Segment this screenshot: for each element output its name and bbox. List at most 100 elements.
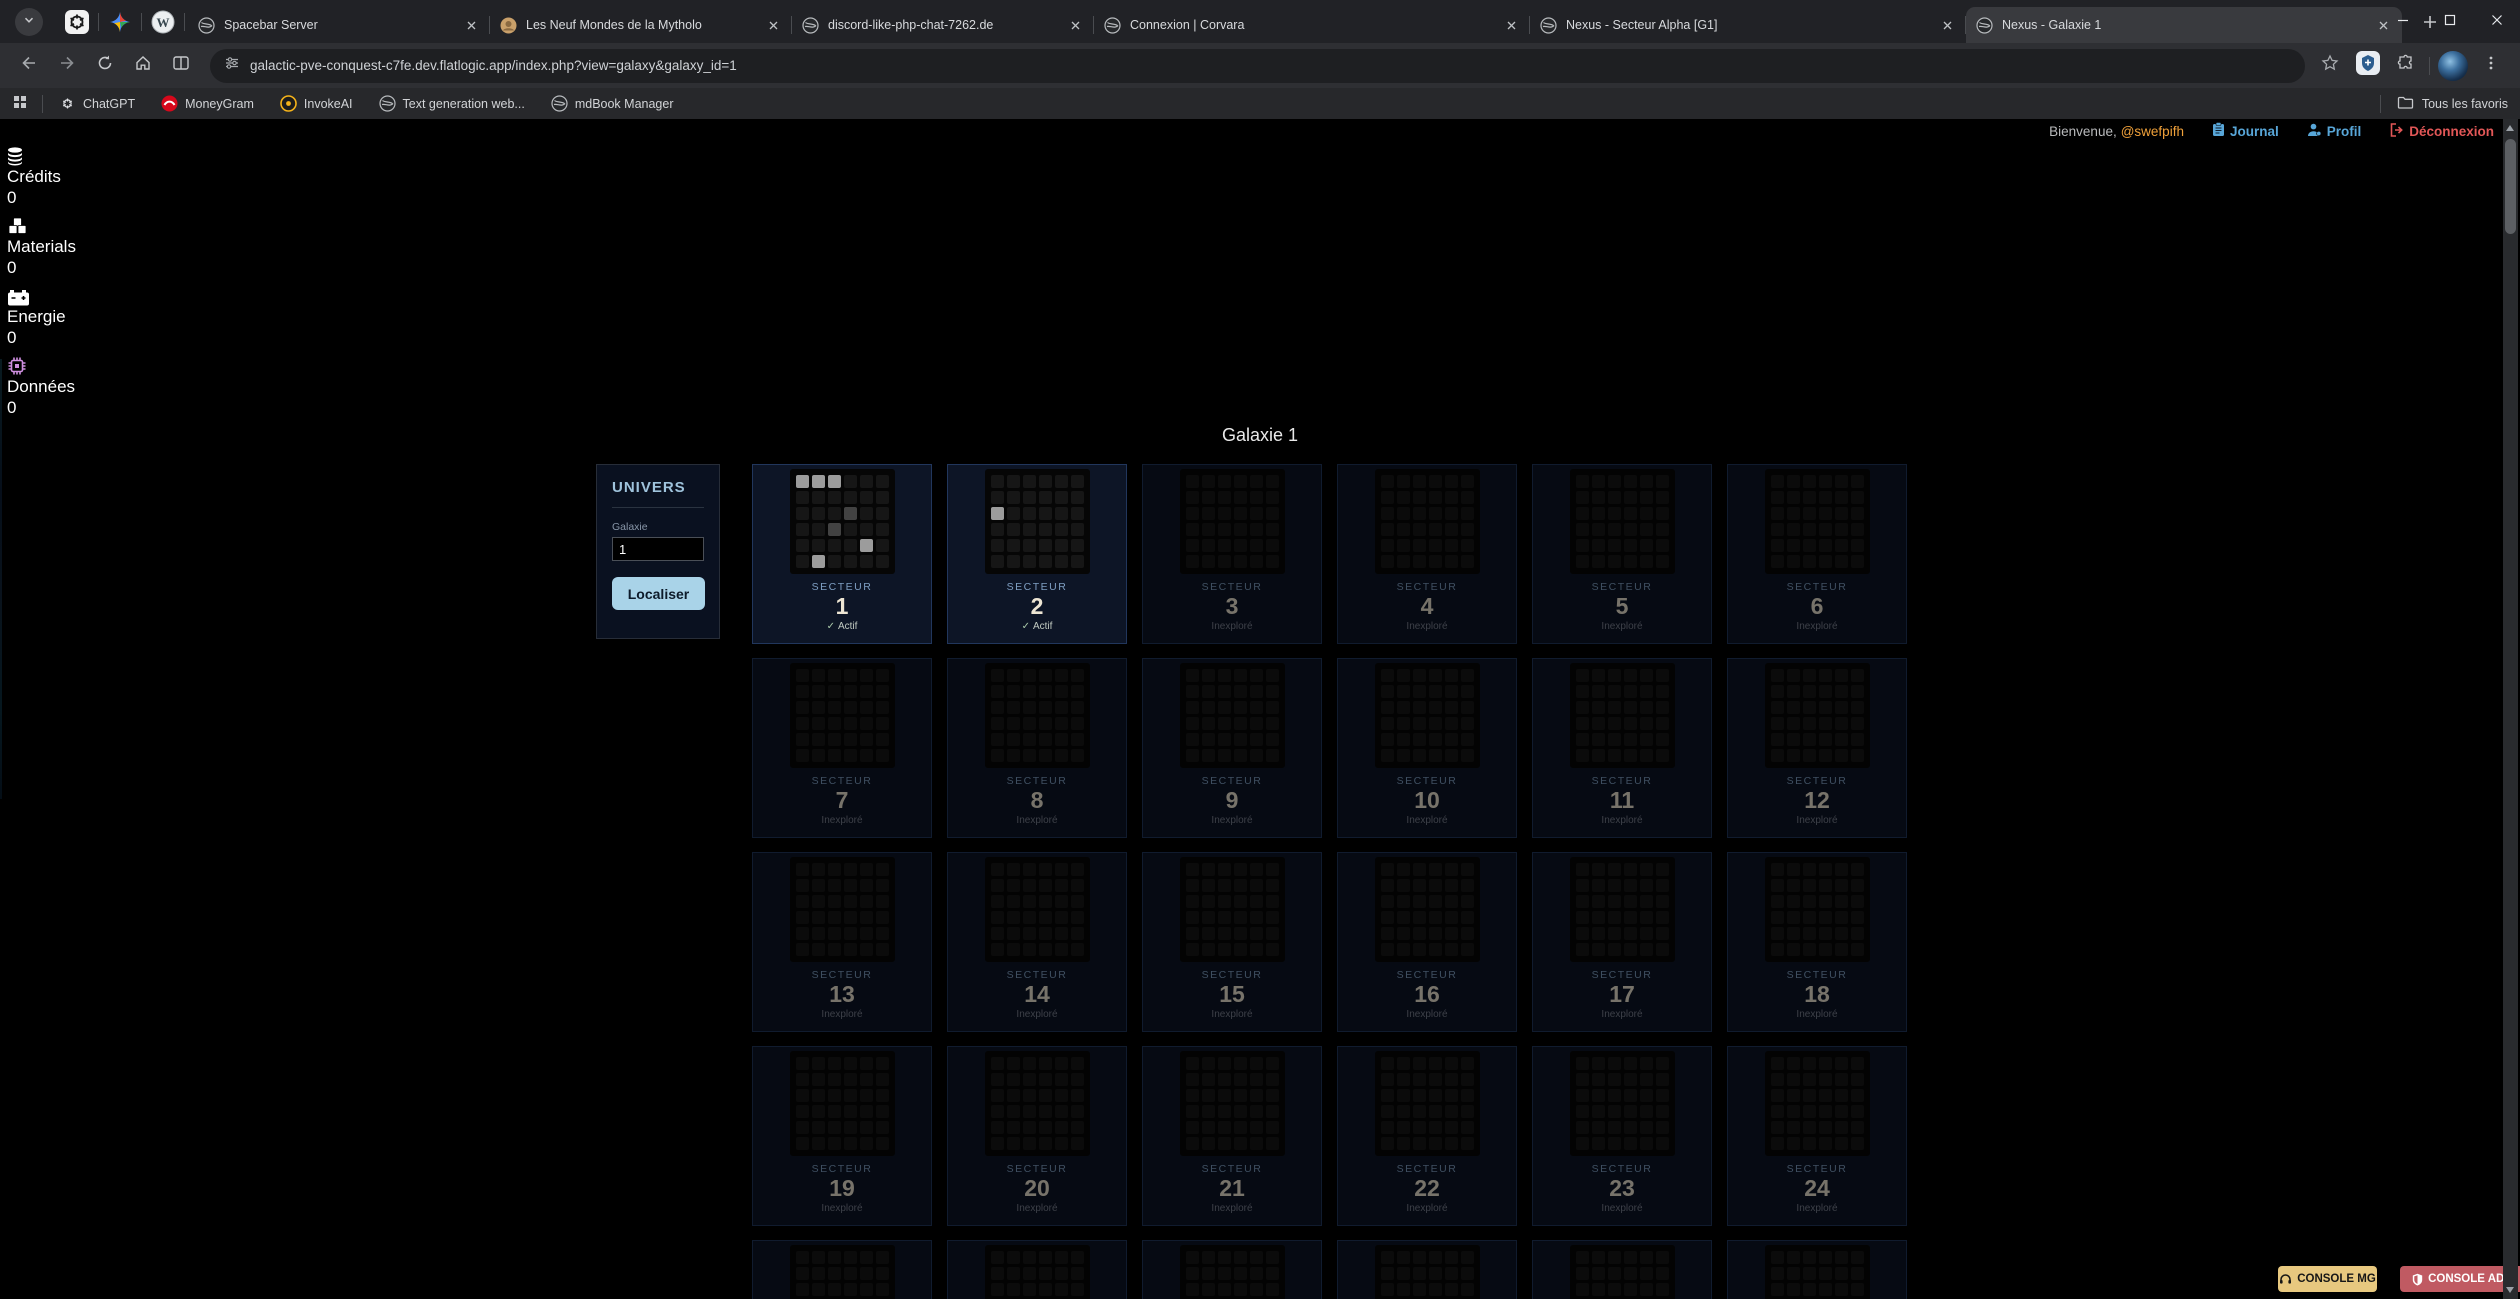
map-cell (1413, 717, 1426, 730)
sector-card-16[interactable]: SECTEUR16Inexploré (1337, 852, 1517, 1032)
sector-card-17[interactable]: SECTEUR17Inexploré (1532, 852, 1712, 1032)
sector-card-7[interactable]: SECTEUR7Inexploré (752, 658, 932, 838)
sector-card-18[interactable]: SECTEUR18Inexploré (1727, 852, 1907, 1032)
sector-card-3[interactable]: SECTEUR3Inexploré (1142, 464, 1322, 644)
bookmark-invokeai[interactable]: InvokeAI (280, 95, 353, 112)
tab-2[interactable]: Les Neuf Mondes de la Mytholo (490, 7, 792, 43)
sector-card-22[interactable]: SECTEUR22Inexploré (1337, 1046, 1517, 1226)
sector-card-20[interactable]: SECTEUR20Inexploré (947, 1046, 1127, 1226)
galaxie-input[interactable] (612, 537, 704, 561)
map-cell (876, 927, 889, 940)
map-cell (1381, 895, 1394, 908)
profil-link[interactable]: Profil (2307, 123, 2362, 140)
scrollbar-up-icon[interactable] (2506, 125, 2514, 131)
deconnexion-link[interactable]: Déconnexion (2389, 123, 2494, 140)
home-button[interactable] (128, 51, 158, 81)
console-mg-button[interactable]: CONSOLE MG (2278, 1266, 2377, 1292)
tab-6[interactable]: Nexus - Galaxie 1 (1966, 7, 2402, 43)
apps-grid-button[interactable] (12, 94, 28, 113)
sector-card-30[interactable]: SECTEUR30Inexploré (1727, 1240, 1907, 1299)
map-cell (1007, 1283, 1020, 1296)
localiser-button[interactable]: Localiser (612, 577, 705, 610)
map-cell (876, 1251, 889, 1264)
scrollbar-thumb[interactable] (2505, 139, 2516, 234)
sector-card-26[interactable]: SECTEUR26Inexploré (947, 1240, 1127, 1299)
bookmark-text-generation-web-[interactable]: Text generation web... (379, 95, 525, 112)
tab-4[interactable]: Connexion | Corvara (1094, 7, 1530, 43)
map-cell (1055, 911, 1068, 924)
sector-card-2[interactable]: SECTEUR2✓Actif (947, 464, 1127, 644)
url-text[interactable]: galactic-pve-conquest-c7fe.dev.flatlogic… (250, 58, 737, 73)
extension-pin-button[interactable] (2353, 51, 2383, 81)
pinned-tab-wordpress[interactable]: W (142, 0, 184, 43)
sector-card-8[interactable]: SECTEUR8Inexploré (947, 658, 1127, 838)
reload-button[interactable] (90, 51, 120, 81)
sector-card-27[interactable]: SECTEUR27Inexploré (1142, 1240, 1322, 1299)
map-cell (1608, 1267, 1621, 1280)
sector-card-5[interactable]: SECTEUR5Inexploré (1532, 464, 1712, 644)
sector-card-6[interactable]: SECTEUR6Inexploré (1727, 464, 1907, 644)
sector-card-14[interactable]: SECTEUR14Inexploré (947, 852, 1127, 1032)
all-bookmarks[interactable]: Tous les favoris (2380, 95, 2508, 113)
sector-card-9[interactable]: SECTEUR9Inexploré (1142, 658, 1322, 838)
map-cell (796, 669, 809, 682)
bookmark-moneygram[interactable]: MoneyGram (161, 95, 254, 112)
sector-card-10[interactable]: SECTEUR10Inexploré (1337, 658, 1517, 838)
tab-close-button[interactable] (764, 16, 782, 34)
pinned-tab-gemini[interactable] (99, 0, 141, 43)
tab-close-button[interactable] (1938, 16, 1956, 34)
map-cell (1071, 669, 1084, 682)
sector-card-28[interactable]: SECTEUR28Inexploré (1337, 1240, 1517, 1299)
profile-avatar[interactable] (2438, 51, 2468, 81)
sector-card-29[interactable]: SECTEUR29Inexploré (1532, 1240, 1712, 1299)
forward-button[interactable] (52, 51, 82, 81)
map-cell (1007, 879, 1020, 892)
map-cell (1787, 669, 1800, 682)
bookmark-star-button[interactable] (2315, 51, 2345, 81)
bookmark-mdbook-manager[interactable]: mdBook Manager (551, 95, 674, 112)
sector-card-23[interactable]: SECTEUR23Inexploré (1532, 1046, 1712, 1226)
map-cell (1656, 1057, 1669, 1070)
sector-card-11[interactable]: SECTEUR11Inexploré (1532, 658, 1712, 838)
tab-close-button[interactable] (1066, 16, 1084, 34)
sector-card-19[interactable]: SECTEUR19Inexploré (752, 1046, 932, 1226)
map-cell (1007, 1121, 1020, 1134)
map-cell (844, 701, 857, 714)
extensions-puzzle-button[interactable] (2391, 51, 2421, 81)
side-panel-button[interactable] (166, 51, 196, 81)
menu-kebab-button[interactable] (2476, 51, 2506, 81)
map-cell (1186, 523, 1199, 536)
sector-card-21[interactable]: SECTEUR21Inexploré (1142, 1046, 1322, 1226)
sector-card-25[interactable]: SECTEUR25Inexploré (752, 1240, 932, 1299)
minimize-button[interactable] (2379, 0, 2426, 43)
maximize-button[interactable] (2426, 0, 2473, 43)
scrollbar-down-icon[interactable] (2506, 1287, 2514, 1293)
site-info-icon[interactable] (224, 55, 240, 76)
map-cell (1429, 523, 1442, 536)
tab-1[interactable]: Spacebar Server (188, 7, 490, 43)
tab-5[interactable]: Nexus - Secteur Alpha [G1] (1530, 7, 1966, 43)
map-cell (1397, 879, 1410, 892)
close-window-button[interactable] (2473, 0, 2520, 43)
tab-search-button[interactable] (15, 8, 43, 36)
bookmark-chatgpt[interactable]: ChatGPT (59, 95, 135, 112)
back-button[interactable] (14, 51, 44, 81)
sector-card-24[interactable]: SECTEUR24Inexploré (1727, 1046, 1907, 1226)
tab-3[interactable]: discord-like-php-chat-7262.de (792, 7, 1094, 43)
sector-card-4[interactable]: SECTEUR4Inexploré (1337, 464, 1517, 644)
sector-card-13[interactable]: SECTEUR13Inexploré (752, 852, 932, 1032)
map-cell (1835, 863, 1848, 876)
journal-link[interactable]: Journal (2212, 122, 2279, 140)
tab-close-button[interactable] (1502, 16, 1520, 34)
tab-close-button[interactable] (462, 16, 480, 34)
console-adm-button[interactable]: CONSOLE ADM (2400, 1266, 2520, 1292)
sector-card-15[interactable]: SECTEUR15Inexploré (1142, 852, 1322, 1032)
pinned-tab-openai[interactable] (56, 0, 98, 43)
sector-card-1[interactable]: SECTEUR1✓Actif (752, 464, 932, 644)
url-bar[interactable]: galactic-pve-conquest-c7fe.dev.flatlogic… (210, 49, 2305, 83)
map-cell (1771, 717, 1784, 730)
map-cell (1413, 1105, 1426, 1118)
sector-card-12[interactable]: SECTEUR12Inexploré (1727, 658, 1907, 838)
page-scrollbar[interactable] (2503, 119, 2518, 1299)
map-cell (1250, 1267, 1263, 1280)
